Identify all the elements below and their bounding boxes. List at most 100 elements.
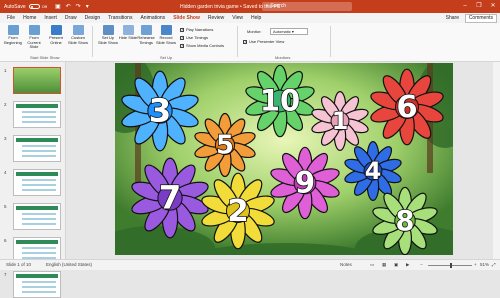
share-button[interactable]: Share [443,14,462,22]
tab-insert[interactable]: Insert [40,13,61,23]
tab-view[interactable]: View [228,13,247,23]
checkbox-play-narrations[interactable]: ✓ Play Narrations [180,27,213,32]
autosave-label: AutoSave [4,3,26,10]
flower-number: 2 [227,194,248,229]
rehearse-icon [140,25,152,35]
slide-thumbnail[interactable]: 4 [4,169,61,196]
ribbon: Automatic ▾ Monitor: ✓ Use Presenter View… [0,23,500,62]
tab-design[interactable]: Design [81,13,105,23]
flower-number: 4 [365,157,382,185]
ribbon-button-rehearse-timings[interactable]: Rehearse Timings [136,25,156,45]
ribbon-button-from-beginning[interactable]: From Beginning [3,25,23,45]
ribbon-button-set-up-slide-show[interactable]: Set Up Slide Show [98,25,118,45]
normal-view-icon[interactable]: ▭ [370,262,374,268]
tab-home[interactable]: Home [19,13,40,23]
ribbon-button-label: From Beginning [4,35,22,45]
vertical-scrollbar[interactable] [493,62,500,259]
slide-thumbnail[interactable]: 2 [4,101,61,128]
autosave-toggle[interactable] [28,4,40,9]
ribbon-button-from-current-slide[interactable]: From Current Slide [24,25,44,50]
zoom-out-icon[interactable]: − [420,262,423,267]
status-bar: Slide 1 of 10 English (United States) No… [0,259,500,270]
checkbox-label: Show Media Controls [186,43,225,48]
undo-icon[interactable]: ↶ [66,3,71,10]
slide-number: 2 [4,102,7,107]
checkbox-box: ✓ [180,43,184,48]
minimize-button[interactable]: – [458,0,472,13]
redo-icon[interactable]: ↷ [76,3,81,10]
slide-thumbnail[interactable]: 5 [4,203,61,230]
tab-review[interactable]: Review [204,13,228,23]
reading-view-icon[interactable]: ▣ [394,262,398,268]
presenter-view-label: Use Presenter View [249,39,285,44]
flower-number: 10 [260,84,300,118]
checkbox-use-timings[interactable]: ✓ Use Timings [180,35,208,40]
slide-thumbnail[interactable]: 1 [4,67,61,94]
checkbox-box: ✓ [180,35,184,40]
ribbon-button-label: Rehearse Timings [137,35,155,45]
flower-number: 6 [396,90,417,125]
monitor-value: Automatic [273,29,291,34]
tab-animations[interactable]: Animations [136,13,169,23]
fit-slide-icon[interactable]: ⤢ [492,262,496,267]
ribbon-button-label: Hide Slide [118,35,138,40]
presenter-view-checkbox[interactable]: ✓ Use Presenter View [243,39,284,44]
zoom-level[interactable]: 51% [480,262,489,267]
record-icon [160,25,172,35]
slide-graphic: 3 10 1 6 5 4 7 2 9 8 [115,63,453,255]
tab-transitions[interactable]: Transitions [104,13,136,23]
group-label-setup: Set Up [160,55,173,60]
comments-button[interactable]: Comments [464,14,497,23]
play-current-icon [28,25,40,35]
flower-number: 3 [149,92,171,130]
slideshow-view-icon[interactable]: ▶ [406,262,409,268]
checkbox-show-media-controls[interactable]: ✓ Show Media Controls [180,43,224,48]
slide-number: 7 [4,272,7,277]
tab-help[interactable]: Help [247,13,265,23]
slide-thumbnail[interactable]: 3 [4,135,61,162]
present-online-icon [50,25,62,35]
slide-counter: Slide 1 of 10 [6,262,32,267]
hide-slide-icon [122,25,134,35]
checkbox-label: Play Narrations [186,27,214,32]
customize-qat-icon[interactable]: ▾ [86,3,89,10]
tab-slide-show[interactable]: Slide Show [169,13,204,24]
save-icon[interactable]: ▣ [55,3,61,10]
close-button[interactable]: ✕ [486,0,500,13]
window-controls: – ❐ ✕ [458,0,500,13]
ribbon-button-label: Record Slide Show [156,35,177,45]
flower-number: 8 [396,206,415,237]
group-label-monitors: Monitors [275,55,291,60]
flower-number: 9 [295,166,315,200]
setup-show-icon [102,25,114,35]
flower-number: 1 [332,107,349,135]
checkbox-label: Use Timings [186,35,209,40]
quick-access-toolbar: ▣ ↶ ↷ ▾ [55,3,89,10]
tab-file[interactable]: File [3,13,19,23]
presenter-view-box: ✓ [243,39,247,44]
checkbox-box: ✓ [180,27,184,32]
slide-number: 3 [4,136,7,141]
tab-draw[interactable]: Draw [61,13,81,23]
restore-button[interactable]: ❐ [472,0,486,13]
slide-number: 5 [4,204,7,209]
slide: 3 10 1 6 5 4 7 2 9 8 [115,63,453,255]
play-from-start-icon [7,25,19,35]
title-bar: AutoSave Off ▣ ↶ ↷ ▾ Hidden garden trivi… [0,0,500,13]
slide-thumbnail[interactable]: 7 [4,271,61,298]
language-status[interactable]: English (United States) [46,262,92,267]
ribbon-button-custom-slide-show[interactable]: Custom Slide Show [68,25,88,45]
zoom-slider-thumb[interactable] [450,263,452,268]
ribbon-button-hide-slide[interactable]: Hide Slide [118,25,138,41]
ribbon-button-record-slide-show[interactable]: Record Slide Show [156,25,176,45]
slide-sorter-icon[interactable]: ▦ [382,262,386,268]
search-box[interactable]: ⌕ Search [262,2,352,11]
ribbon-button-label: Custom Slide Show [68,35,89,45]
slide-number: 4 [4,170,7,175]
ribbon-button-present-online[interactable]: Present Online [46,25,66,45]
zoom-in-icon[interactable]: + [474,262,477,267]
ribbon-tabs: File Home Insert Draw Design Transitions Anima… [0,13,500,24]
slide-number: 6 [4,238,7,243]
monitor-select[interactable]: Automatic ▾ [270,28,308,35]
notes-button[interactable]: Notes [340,262,352,267]
